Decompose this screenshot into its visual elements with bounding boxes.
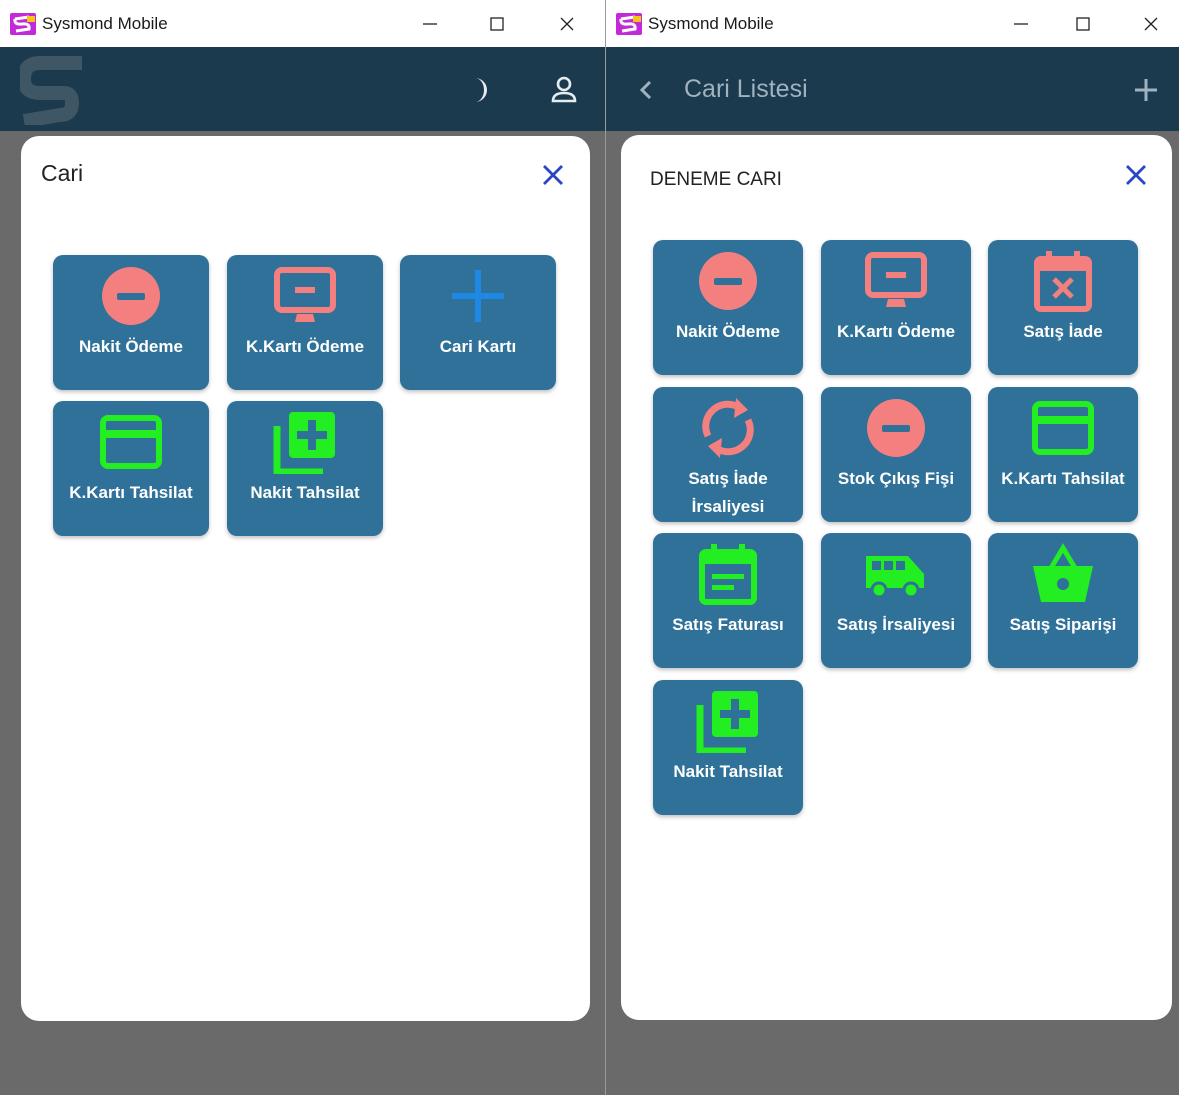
tile-label: Satış İade (1023, 322, 1103, 341)
right-app-window: Sysmond Mobile Cari Listesi DENEME CARI (606, 0, 1179, 1095)
window-title: Sysmond Mobile (42, 14, 168, 33)
window-title: Sysmond Mobile (648, 14, 774, 33)
tile-stok-cikis-fisi[interactable]: Stok Çıkış Fişi (821, 387, 971, 522)
app-header: Cari Listesi (606, 47, 1179, 131)
maximize-button[interactable] (1060, 0, 1106, 47)
app-logo-icon (10, 13, 36, 35)
close-window-button[interactable] (1128, 0, 1174, 47)
monitor-minus-icon (274, 267, 336, 322)
cari-action-dialog: Cari Nakit Ödeme K.Kartı Ödeme Cari Kart… (21, 136, 590, 1021)
tile-nakit-odeme[interactable]: Nakit Ödeme (653, 240, 803, 375)
tile-label: Nakit Tahsilat (250, 483, 360, 502)
tile-label: Nakit Ödeme (79, 337, 183, 356)
tile-label: Satış İade İrsaliyesi (688, 469, 768, 516)
minimize-button[interactable] (998, 0, 1044, 47)
maximize-button[interactable] (474, 0, 520, 47)
tile-satis-faturasi[interactable]: Satış Faturası (653, 533, 803, 668)
left-app-window: Sysmond Mobile Cari Nakit Ödeme K.Kartı … (0, 0, 605, 1095)
tile-label: Cari Kartı (439, 337, 517, 356)
dialog-title: Cari (41, 160, 84, 186)
tile-nakit-tahsilat[interactable]: Nakit Tahsilat (653, 680, 803, 815)
tile-label: Nakit Tahsilat (673, 762, 783, 781)
calendar-text-icon (699, 544, 757, 605)
tile-label: Stok Çıkış Fişi (837, 469, 955, 488)
dialog-title: DENEME CARI (650, 169, 782, 190)
close-icon (1144, 17, 1158, 30)
calendar-remove-icon (1034, 251, 1092, 312)
sync-icon (702, 398, 754, 458)
tile-label: Nakit Ödeme (676, 322, 780, 341)
close-window-button[interactable] (544, 0, 590, 47)
tile-label: K.Kartı Tahsilat (1001, 469, 1125, 488)
close-dialog-icon[interactable] (1123, 162, 1149, 188)
tile-label: K.Kartı Ödeme (836, 322, 956, 341)
monitor-minus-icon (865, 252, 927, 307)
app-logo-icon (616, 13, 642, 35)
maximize-icon (490, 16, 504, 31)
plus-icon (452, 270, 504, 322)
minus-circle-icon (867, 399, 925, 457)
library-add-icon (273, 412, 335, 474)
van-icon (866, 556, 924, 599)
maximize-icon (1076, 16, 1090, 31)
minimize-icon (1014, 22, 1028, 25)
sysmond-logo-icon (20, 56, 82, 125)
header-title: Cari Listesi (684, 75, 808, 103)
tile-kkarti-tahsilat[interactable]: K.Kartı Tahsilat (988, 387, 1138, 522)
tile-nakit-tahsilat[interactable]: Nakit Tahsilat (227, 401, 383, 536)
tile-nakit-odeme[interactable]: Nakit Ödeme (53, 255, 209, 390)
credit-card-icon (100, 415, 162, 469)
tile-label: Satış Faturası (672, 615, 784, 634)
tile-label: K.Kartı Ödeme (245, 337, 365, 356)
minimize-button[interactable] (407, 0, 453, 47)
minus-circle-icon (699, 252, 757, 310)
tile-label: K.Kartı Tahsilat (69, 483, 193, 502)
tile-satis-siparisi[interactable]: Satış Siparişi (988, 533, 1138, 668)
tile-satis-iade-irsaliyesi[interactable]: Satış İade İrsaliyesi (653, 387, 803, 522)
close-icon (560, 17, 574, 30)
tile-cari-karti[interactable]: Cari Kartı (400, 255, 556, 390)
tile-label: Satış Siparişi (1009, 615, 1117, 634)
basket-icon (1033, 543, 1093, 602)
credit-card-icon (1032, 401, 1094, 455)
user-account-icon[interactable] (549, 75, 579, 105)
minus-circle-icon (102, 267, 160, 325)
tile-satis-iade[interactable]: Satış İade (988, 240, 1138, 375)
window-titlebar: Sysmond Mobile (606, 0, 1179, 47)
back-arrow-icon[interactable] (638, 80, 654, 100)
library-add-icon (696, 691, 758, 753)
tile-label: Satış İrsaliyesi (836, 615, 956, 634)
close-dialog-icon[interactable] (540, 162, 566, 188)
minimize-icon (423, 22, 437, 25)
tile-kkarti-odeme[interactable]: K.Kartı Ödeme (227, 255, 383, 390)
tile-satis-irsaliyesi[interactable]: Satış İrsaliyesi (821, 533, 971, 668)
tile-kkarti-tahsilat[interactable]: K.Kartı Tahsilat (53, 401, 209, 536)
window-titlebar: Sysmond Mobile (0, 0, 605, 47)
app-header (0, 47, 605, 131)
add-icon[interactable] (1134, 78, 1158, 102)
cari-detail-action-dialog: DENEME CARI Nakit Ödeme K.Kartı Ödeme Sa… (621, 135, 1172, 1020)
dark-mode-moon-icon[interactable] (467, 75, 497, 105)
tile-kkarti-odeme[interactable]: K.Kartı Ödeme (821, 240, 971, 375)
